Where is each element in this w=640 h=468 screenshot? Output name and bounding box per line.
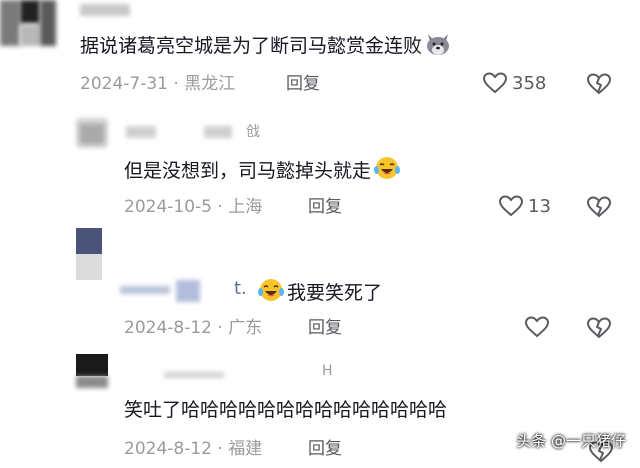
comment-text-content: 笑吐了哈哈哈哈哈哈哈哈哈哈哈哈哈哈: [124, 399, 448, 421]
meta-separator: ·: [217, 318, 223, 338]
heart-outline-icon: [525, 316, 549, 337]
like-count: 358: [512, 72, 547, 94]
broken-heart-icon: [587, 317, 611, 338]
comment-meta: 2024-7-31 · 黑龙江: [80, 73, 235, 95]
username-visible-char: 戗: [246, 124, 260, 140]
comment-text: 笑吐了哈哈哈哈哈哈哈哈哈哈哈哈哈哈: [124, 397, 447, 423]
broken-heart-icon: [587, 73, 611, 94]
comment-meta: 2024-8-12 · 福建: [124, 438, 262, 460]
username[interactable]: H: [164, 363, 344, 382]
username[interactable]: t.: [120, 276, 260, 302]
comment-meta: 2024-8-12 · 广东: [124, 317, 262, 339]
dislike-button[interactable]: [586, 316, 612, 344]
comment-text-content: 但是没想到，司马懿掉头就走: [124, 160, 372, 182]
comment-text: 但是没想到，司马懿掉头就走: [124, 155, 401, 188]
username-visible-char: t.: [234, 278, 247, 299]
dislike-button[interactable]: [586, 72, 612, 100]
comment-text-content: 我要笑死了: [287, 282, 383, 304]
laughing-tears-emoji-icon: [257, 277, 285, 310]
like-count: 13: [528, 195, 551, 217]
comment-location: 福建: [228, 439, 263, 459]
username[interactable]: 戗: [126, 124, 266, 140]
heart-outline-icon: [499, 195, 523, 216]
meta-separator: ·: [217, 439, 223, 459]
wolf-emoji-icon: [424, 32, 452, 63]
comment-location: 广东: [228, 318, 263, 338]
reply-button[interactable]: 回复: [308, 317, 342, 339]
meta-separator: ·: [173, 74, 179, 94]
avatar[interactable]: [76, 354, 108, 388]
reply-button[interactable]: 回复: [308, 196, 342, 218]
broken-heart-icon: [587, 196, 611, 217]
like-button[interactable]: [524, 315, 550, 339]
meta-separator: ·: [217, 197, 223, 217]
dislike-button[interactable]: [586, 195, 612, 223]
reply-button[interactable]: 回复: [286, 73, 320, 95]
comment-location: 黑龙江: [184, 74, 236, 94]
like-button[interactable]: 358: [482, 71, 546, 95]
comment-date: 2024-7-31: [80, 74, 168, 94]
comment-date: 2024-8-12: [124, 439, 212, 459]
watermark: 头条 @一只猪仔: [516, 432, 626, 450]
like-button[interactable]: 13: [498, 194, 551, 218]
comment-date: 2024-10-5: [124, 197, 212, 217]
avatar[interactable]: [76, 228, 102, 280]
username[interactable]: [80, 4, 130, 16]
heart-outline-icon: [483, 72, 507, 93]
comment-meta: 2024-10-5 · 上海: [124, 196, 262, 218]
comment-text-content: 据说诸葛亮空城是为了断司马懿赏金连败: [80, 35, 423, 57]
username-visible-char: H: [322, 363, 333, 379]
comment-location: 上海: [228, 197, 263, 217]
comment-text: 我要笑死了: [257, 277, 382, 310]
comment-date: 2024-8-12: [124, 318, 212, 338]
reply-button[interactable]: 回复: [308, 438, 342, 460]
comment-text: 据说诸葛亮空城是为了断司马懿赏金连败: [80, 32, 452, 63]
laughing-tears-emoji-icon: [373, 155, 401, 188]
avatar[interactable]: [0, 0, 56, 46]
avatar[interactable]: [76, 118, 108, 148]
